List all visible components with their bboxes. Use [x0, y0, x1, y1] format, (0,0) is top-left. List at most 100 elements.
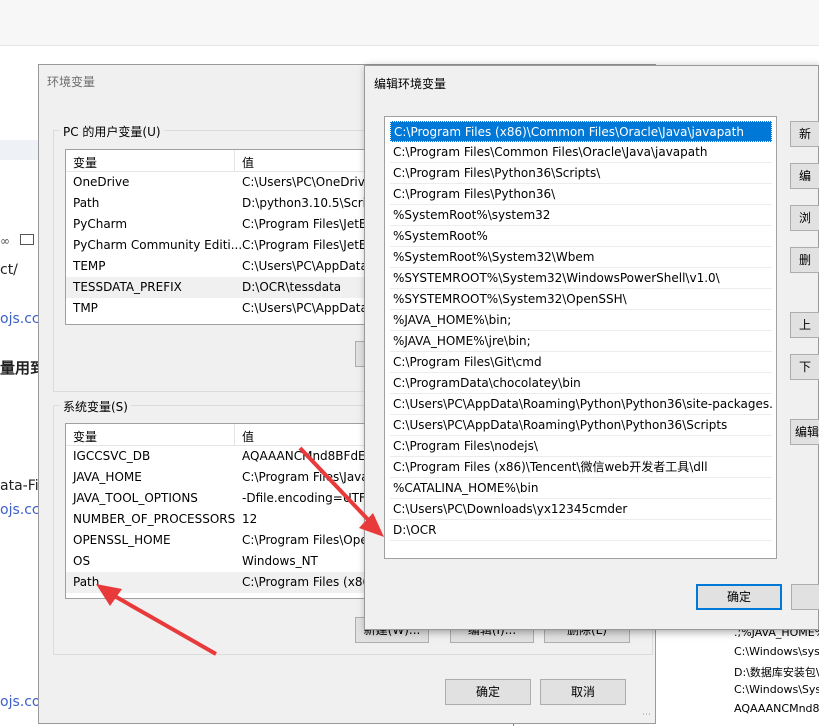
browser-topbar — [0, 0, 819, 46]
ok-button[interactable]: 确定 — [696, 584, 782, 610]
sys-var-row[interactable]: NUMBER_OF_PROCESSORS 12 — [66, 509, 404, 530]
var-value: 12 — [242, 512, 258, 526]
move-up-button[interactable]: 上 — [790, 312, 819, 338]
column-variable[interactable]: 变量 — [73, 154, 97, 171]
var-name: JAVA_HOME — [73, 470, 142, 484]
user-var-row[interactable]: OneDrive C:\Users\PC\OneDrive — [66, 172, 404, 193]
sys-var-row[interactable]: JAVA_HOME C:\Program Files\Java — [66, 467, 404, 488]
ok-button[interactable]: 确定 — [445, 679, 531, 705]
var-value: Windows_NT — [242, 554, 318, 568]
path-entry[interactable]: C:\Users\PC\AppData\Roaming\Python\Pytho… — [390, 394, 772, 415]
bg-text-1: ct/ — [0, 262, 18, 278]
path-entry[interactable]: C:\Program Files\nodejs\ — [390, 436, 772, 457]
path-entry[interactable]: %CATALINA_HOME%\bin — [390, 478, 772, 499]
bg-text-2: ata-Fi — [0, 478, 39, 494]
var-value: C:\Users\PC\OneDrive — [242, 175, 373, 189]
var-value: C:\Program Files\JetB — [242, 217, 368, 231]
path-entry[interactable]: %SystemRoot%\System32\Wbem — [390, 247, 772, 268]
user-var-row[interactable]: PyCharm Community Editi... C:\Program Fil… — [66, 235, 404, 256]
move-down-button[interactable]: 下 — [790, 354, 819, 380]
path-entry[interactable]: %SYSTEMROOT%\System32\OpenSSH\ — [390, 289, 772, 310]
var-name: TMP — [73, 301, 98, 315]
path-list[interactable]: C:\Program Files (x86)\Common Files\Orac… — [384, 116, 777, 559]
system-variables-list[interactable]: 变量 值 IGCCSVC_DB AQAAANCMnd8BFdEI JAVA_HOM… — [65, 423, 405, 599]
var-value: C:\Program Files\Ope — [242, 533, 368, 547]
dialog-title: 环境变量 — [47, 75, 96, 89]
path-entry[interactable]: C:\Users\PC\AppData\Roaming\Python\Pytho… — [390, 415, 772, 436]
var-name: JAVA_TOOL_OPTIONS — [73, 491, 198, 505]
user-variables-label: PC 的用户变量(U) — [60, 123, 164, 140]
delete-button[interactable]: 删 — [790, 247, 819, 273]
bg-link-3[interactable]: ojs.co — [0, 694, 40, 710]
user-var-row[interactable]: TMP C:\Users\PC\AppData — [66, 298, 404, 319]
user-var-row[interactable]: Path D:\python3.10.5\Scrip — [66, 193, 404, 214]
background-table: .;%JAVA_HOME% C:\Windows\syst D:\数据库安装包\… — [730, 624, 819, 724]
column-value[interactable]: 值 — [242, 428, 254, 445]
system-variables-label: 系统变量(S) — [60, 398, 131, 415]
bg-link-1[interactable]: ojs.cc — [0, 311, 40, 327]
var-name: NUMBER_OF_PROCESSORS — [73, 512, 236, 526]
var-name: Path — [73, 575, 100, 589]
column-divider[interactable] — [234, 150, 235, 172]
var-name: IGCCSVC_DB — [73, 449, 151, 463]
var-value: C:\Program Files (x86) — [242, 575, 375, 589]
user-var-row[interactable]: TEMP C:\Users\PC\AppData — [66, 256, 404, 277]
column-variable[interactable]: 变量 — [73, 428, 97, 445]
path-entry[interactable]: C:\Program Files\Git\cmd — [390, 352, 772, 373]
resize-grip-icon[interactable]: ⋯ — [642, 710, 651, 720]
edit-button[interactable]: 编 — [790, 163, 819, 189]
var-name: OS — [73, 554, 91, 568]
list-header: 变量 值 — [66, 424, 404, 446]
browse-button[interactable]: 浏 — [790, 205, 819, 231]
path-entry[interactable]: C:\Program Files (x86)\Common Files\Orac… — [390, 121, 772, 142]
path-entry[interactable]: %JAVA_HOME%\jre\bin; — [390, 331, 772, 352]
var-value: C:\Program Files\Java — [242, 470, 369, 484]
bg-table-row: D:\数据库安装包\ — [734, 666, 819, 679]
new-button[interactable]: 新 — [790, 121, 819, 147]
column-value[interactable]: 值 — [242, 154, 254, 171]
edit-text-button[interactable]: 编辑 — [790, 419, 819, 445]
user-var-row[interactable]: PyCharm C:\Program Files\JetB — [66, 214, 404, 235]
var-value: C:\Users\PC\AppData — [242, 259, 368, 273]
var-value: AQAAANCMnd8BFdEI — [242, 449, 370, 463]
var-name: PyCharm Community Editi... — [73, 238, 243, 252]
path-entry[interactable]: C:\Program Files\Python36\Scripts\ — [390, 163, 772, 184]
cancel-button[interactable] — [791, 584, 819, 610]
image-icon — [20, 234, 34, 245]
cancel-button[interactable]: 取消 — [540, 679, 626, 705]
var-name: PyCharm — [73, 217, 128, 231]
dialog-title: 编辑环境变量 — [374, 77, 447, 91]
bg-table-row: C:\Windows\Syst — [734, 683, 819, 696]
path-entry[interactable]: C:\Program Files (x86)\Tencent\微信web开发者工… — [390, 457, 772, 478]
path-entry[interactable]: %SYSTEMROOT%\System32\WindowsPowerShell\… — [390, 268, 772, 289]
column-divider[interactable] — [234, 424, 235, 446]
var-value: D:\OCR\tessdata — [242, 280, 342, 294]
var-value: C:\Program Files\JetB — [242, 238, 368, 252]
background-toolbar-icons: ∞ — [0, 232, 40, 248]
path-entry[interactable]: %SystemRoot% — [390, 226, 772, 247]
path-entry[interactable]: C:\ProgramData\chocolatey\bin — [390, 373, 772, 394]
sys-var-row[interactable]: OS Windows_NT — [66, 551, 404, 572]
background-strip — [0, 140, 40, 160]
var-value: -Dfile.encoding=UTF-8 — [242, 491, 378, 505]
path-entry[interactable]: %SystemRoot%\system32 — [390, 205, 772, 226]
user-var-row[interactable]: TESSDATA_PREFIX D:\OCR\tessdata — [66, 277, 404, 298]
list-header: 变量 值 — [66, 150, 404, 172]
sys-var-row[interactable]: OPENSSL_HOME C:\Program Files\Ope — [66, 530, 404, 551]
sys-var-row[interactable]: IGCCSVC_DB AQAAANCMnd8BFdEI — [66, 446, 404, 467]
var-name: TEMP — [73, 259, 106, 273]
edit-env-variable-dialog: 编辑环境变量 C:\Program Files (x86)\Common Fil… — [364, 65, 819, 630]
user-variables-list[interactable]: 变量 值 OneDrive C:\Users\PC\OneDrive Path D:… — [65, 149, 405, 325]
path-entry[interactable]: C:\Program Files\Python36\ — [390, 184, 772, 205]
bg-table-row: AQAAANCMnd8 — [734, 702, 819, 715]
sys-var-row-path[interactable]: Path C:\Program Files (x86) — [66, 572, 404, 593]
sys-var-row[interactable]: JAVA_TOOL_OPTIONS -Dfile.encoding=UTF-8 — [66, 488, 404, 509]
path-entry[interactable]: C:\Users\PC\Downloads\yx12345cmder — [390, 499, 772, 520]
path-entry[interactable]: C:\Program Files\Common Files\Oracle\Jav… — [390, 142, 772, 163]
path-entry[interactable]: %JAVA_HOME%\bin; — [390, 310, 772, 331]
var-name: TESSDATA_PREFIX — [73, 280, 182, 294]
path-entry[interactable]: D:\OCR — [390, 520, 772, 541]
var-value: C:\Users\PC\AppData — [242, 301, 368, 315]
bg-link-2[interactable]: ojs.cc — [0, 502, 40, 518]
var-name: OPENSSL_HOME — [73, 533, 171, 547]
